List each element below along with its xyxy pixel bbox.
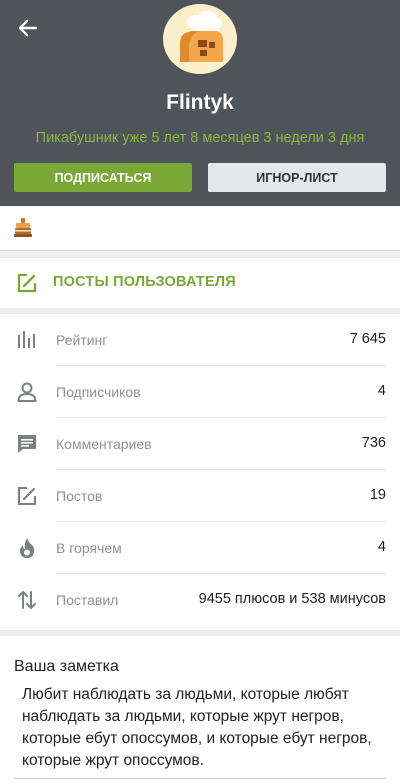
- stat-label: В горячем: [56, 540, 122, 556]
- stat-votes: Поставил 9455 плюсов и 538 минусов: [0, 574, 400, 626]
- note-title: Ваша заметка: [14, 658, 119, 675]
- user-note[interactable]: Ваша заметка Любит наблюдать за людьми, …: [0, 636, 400, 784]
- stat-label: Постов: [56, 488, 103, 504]
- awards-bar: [0, 207, 400, 251]
- avatar[interactable]: [163, 4, 237, 74]
- stat-comments: Комментариев 736: [0, 418, 400, 470]
- stat-value: 9455 плюсов и 538 минусов: [198, 591, 386, 607]
- stat-rating: Рейтинг 7 645: [0, 314, 400, 366]
- user-icon: [15, 380, 39, 404]
- stat-posts: Постов 19: [0, 470, 400, 522]
- stat-value: 4: [377, 539, 386, 555]
- divider: [14, 778, 386, 779]
- fire-icon: [15, 536, 39, 560]
- user-posts-label: ПОСТЫ ПОЛЬЗОВАТЕЛЯ: [53, 274, 236, 290]
- stat-subscribers: Подписчиков 4: [0, 366, 400, 418]
- profile-header: Flintyk Пикабушник уже 5 лет 8 месяцев 3…: [0, 0, 400, 206]
- ignore-list-button[interactable]: ИГНОР-ЛИСТ: [208, 163, 386, 192]
- stat-value: 736: [361, 435, 386, 451]
- stat-label: Подписчиков: [56, 384, 141, 400]
- award-cake-icon[interactable]: [12, 217, 34, 239]
- stat-hot: В горячем 4: [0, 522, 400, 574]
- stat-label: Рейтинг: [56, 332, 108, 348]
- member-since: Пикабушник уже 5 лет 8 месяцев 3 недели …: [35, 130, 365, 146]
- subscribe-button[interactable]: ПОДПИСАТЬСЯ: [14, 163, 192, 192]
- stats-list: Рейтинг 7 645 Подписчиков 4 Комментариев…: [0, 314, 400, 630]
- stat-value: 19: [369, 487, 386, 503]
- note-text[interactable]: Любит наблюдать за людьми, которые любят…: [22, 684, 390, 772]
- back-arrow-icon[interactable]: [14, 14, 42, 42]
- stat-value: 4: [377, 383, 386, 399]
- stat-value: 7 645: [349, 331, 386, 347]
- stat-label: Комментариев: [56, 436, 152, 452]
- username: Flintyk: [166, 91, 234, 114]
- edit-icon: [15, 484, 39, 508]
- sort-icon: [15, 588, 39, 612]
- comment-icon: [15, 432, 39, 456]
- stat-label: Поставил: [56, 592, 119, 608]
- rating-icon: [15, 328, 39, 352]
- edit-icon: [16, 272, 38, 294]
- user-posts-link[interactable]: ПОСТЫ ПОЛЬЗОВАТЕЛЯ: [0, 258, 400, 308]
